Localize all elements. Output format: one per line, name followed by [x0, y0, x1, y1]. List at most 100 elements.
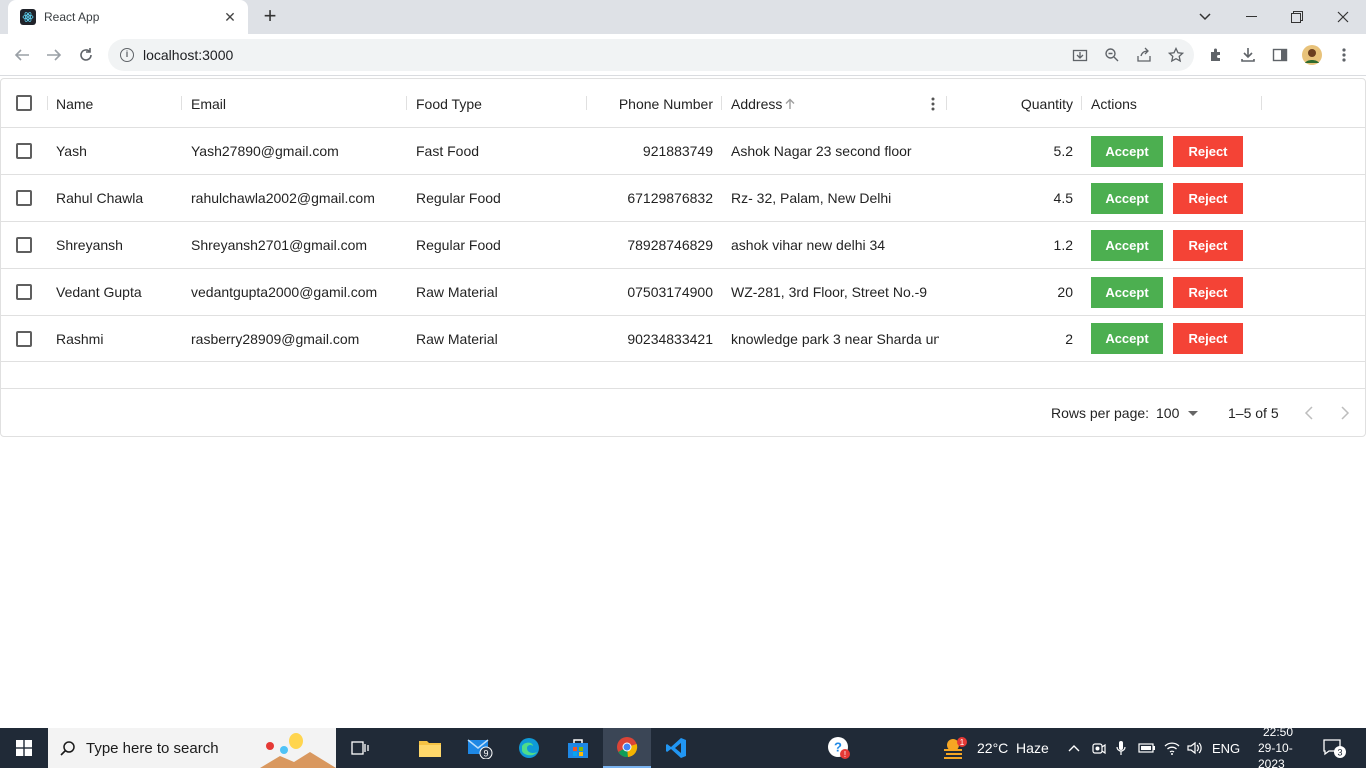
minimize-button[interactable] [1228, 0, 1274, 34]
chrome-menu-icon[interactable] [1332, 43, 1356, 67]
cell-address: knowledge park 3 near Sharda un… [731, 331, 939, 347]
address-bar[interactable]: i localhost:3000 [108, 39, 1194, 71]
table-row[interactable]: Yash Yash27890@gmail.com Fast Food 92188… [1, 128, 1365, 175]
side-panel-icon[interactable] [1268, 43, 1292, 67]
wifi-icon[interactable] [1164, 728, 1180, 768]
mail-icon[interactable]: 9 [456, 728, 504, 768]
header-quantity[interactable]: Quantity [956, 79, 1073, 128]
reject-button[interactable]: Reject [1173, 183, 1243, 214]
task-view-icon[interactable] [336, 728, 384, 768]
column-separator[interactable] [47, 96, 48, 110]
mail-badge: 9 [483, 749, 488, 759]
row-checkbox[interactable] [16, 284, 32, 300]
language-indicator[interactable]: ENG [1212, 728, 1240, 768]
notification-count: 3 [1337, 748, 1342, 758]
header-phone-number[interactable]: Phone Number [596, 79, 713, 128]
select-all-checkbox[interactable] [16, 95, 32, 111]
row-checkbox[interactable] [16, 143, 32, 159]
zoom-icon[interactable] [1100, 43, 1124, 67]
battery-icon[interactable] [1138, 728, 1156, 768]
accept-button[interactable]: Accept [1091, 230, 1163, 261]
next-page-icon[interactable] [1340, 389, 1350, 437]
accept-button[interactable]: Accept [1091, 136, 1163, 167]
column-separator[interactable] [721, 96, 722, 110]
accept-button[interactable]: Accept [1091, 183, 1163, 214]
column-separator[interactable] [586, 96, 587, 110]
reject-button[interactable]: Reject [1173, 277, 1243, 308]
row-checkbox[interactable] [16, 190, 32, 206]
tab-close-icon[interactable]: ✕ [222, 9, 238, 26]
rows-per-page-label: Rows per page: [1051, 405, 1150, 421]
header-name[interactable]: Name [56, 79, 93, 128]
column-separator[interactable] [1261, 96, 1262, 110]
row-checkbox[interactable] [16, 331, 32, 347]
camera-icon[interactable] [1092, 728, 1106, 768]
data-grid: Name Email Food Type Phone Number Addres… [0, 78, 1366, 437]
haze-weather-icon: 1 [944, 737, 967, 759]
tab-search-chevron-icon[interactable] [1182, 0, 1228, 34]
notification-center-icon[interactable]: 3 [1322, 728, 1346, 768]
header-food-type[interactable]: Food Type [416, 79, 482, 128]
column-separator[interactable] [946, 96, 947, 110]
bookmark-star-icon[interactable] [1164, 43, 1188, 67]
accept-button[interactable]: Accept [1091, 277, 1163, 308]
extensions-puzzle-icon[interactable] [1204, 43, 1228, 67]
weather-widget[interactable]: 1 22°C Haze [942, 728, 1049, 768]
install-app-icon[interactable] [1068, 43, 1092, 67]
header-actions[interactable]: Actions [1091, 79, 1137, 128]
share-icon[interactable] [1132, 43, 1156, 67]
sort-ascending-icon[interactable] [784, 79, 796, 128]
vscode-icon[interactable] [652, 728, 700, 768]
cell-phone: 921883749 [642, 143, 713, 159]
edge-icon[interactable] [505, 728, 553, 768]
row-checkbox[interactable] [16, 237, 32, 253]
cell-name: Vedant Gupta [56, 284, 142, 300]
column-separator[interactable] [406, 96, 407, 110]
profile-avatar[interactable] [1300, 43, 1324, 67]
chrome-icon[interactable] [603, 728, 651, 768]
file-explorer-icon[interactable] [406, 728, 454, 768]
taskbar-search-box[interactable]: Type here to search [48, 728, 336, 768]
site-info-icon[interactable]: i [120, 48, 134, 62]
microsoft-store-icon[interactable] [554, 728, 602, 768]
restore-button[interactable] [1274, 0, 1320, 34]
react-logo-icon [20, 9, 36, 25]
table-row[interactable]: Rahul Chawla rahulchawla2002@gmail.com R… [1, 175, 1365, 222]
reload-icon[interactable] [74, 43, 98, 67]
search-icon [60, 741, 75, 756]
column-separator[interactable] [1081, 96, 1082, 110]
cell-email: Shreyansh2701@gmail.com [191, 237, 368, 253]
header-address[interactable]: Address [731, 79, 782, 128]
close-window-button[interactable] [1320, 0, 1366, 34]
rows-per-page-select[interactable]: 100 [1156, 389, 1199, 437]
svg-text:!: ! [844, 750, 846, 759]
cell-address: ashok vihar new delhi 34 [731, 237, 886, 253]
forward-arrow-icon[interactable] [42, 43, 66, 67]
reject-button[interactable]: Reject [1173, 136, 1243, 167]
cell-email: rasberry28909@gmail.com [191, 331, 360, 347]
microphone-icon[interactable] [1116, 728, 1126, 768]
new-tab-button[interactable]: + [258, 5, 282, 29]
cell-address: Ashok Nagar 23 second floor [731, 143, 912, 159]
windows-start-icon[interactable] [0, 728, 48, 768]
accept-button[interactable]: Accept [1091, 323, 1163, 354]
clock[interactable]: 22:50 29-10-2023 [1258, 725, 1298, 771]
downloads-icon[interactable] [1236, 43, 1260, 67]
help-icon[interactable]: ?! [815, 728, 863, 768]
header-email[interactable]: Email [191, 79, 226, 128]
show-hidden-icons-chevron-icon[interactable] [1068, 728, 1080, 768]
column-separator[interactable] [181, 96, 182, 110]
reject-button[interactable]: Reject [1173, 230, 1243, 261]
reject-button[interactable]: Reject [1173, 323, 1243, 354]
volume-icon[interactable] [1187, 728, 1203, 768]
column-menu-icon[interactable] [931, 79, 935, 128]
table-row[interactable]: Shreyansh Shreyansh2701@gmail.com Regula… [1, 222, 1365, 269]
table-row[interactable]: Vedant Gupta vedantgupta2000@gamil.com R… [1, 269, 1365, 316]
table-row[interactable]: Rashmi rasberry28909@gmail.com Raw Mater… [1, 316, 1365, 362]
dropdown-arrow-icon [1188, 410, 1199, 416]
browser-tab[interactable]: React App ✕ [8, 0, 248, 34]
cell-phone: 07503174900 [627, 284, 713, 300]
back-arrow-icon[interactable] [10, 43, 34, 67]
grid-footer: Rows per page: 100 1–5 of 5 [1, 388, 1365, 436]
prev-page-icon[interactable] [1304, 389, 1314, 437]
